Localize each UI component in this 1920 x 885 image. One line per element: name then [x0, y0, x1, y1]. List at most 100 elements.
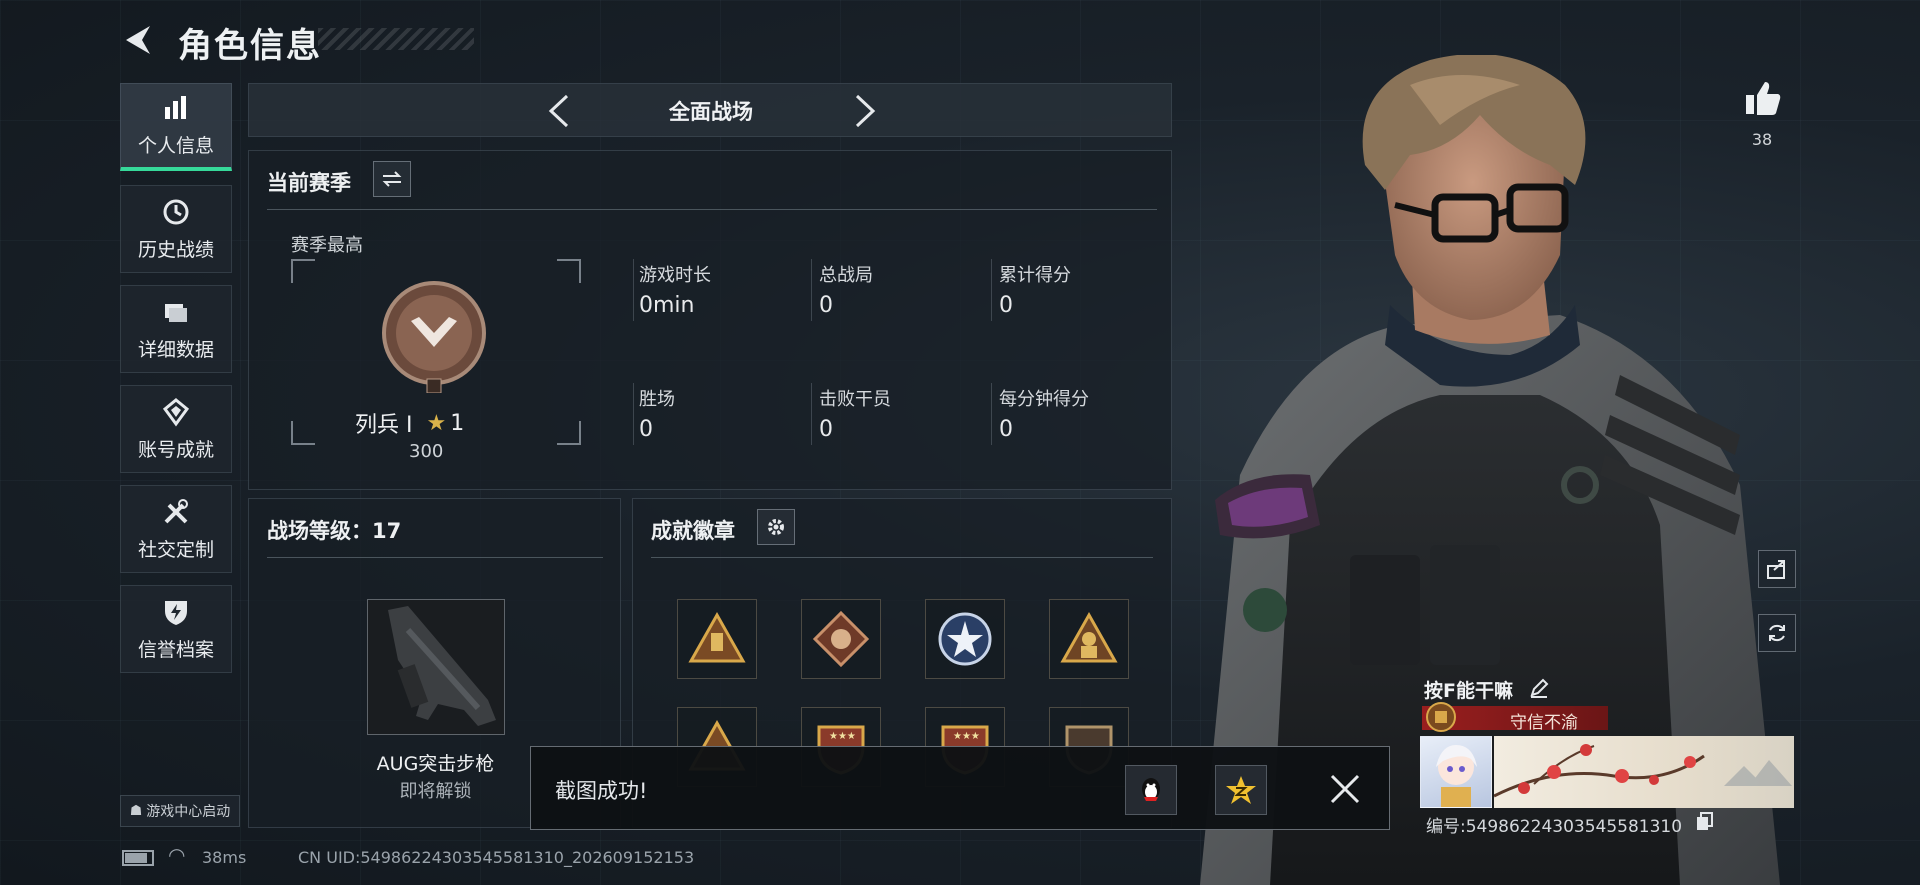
- sidebar-item-label: 信誉档案: [137, 638, 214, 661]
- level-divider: [267, 557, 603, 558]
- rank-line: 列兵 Ⅰ ★ 1: [355, 407, 464, 439]
- gear-icon: [768, 519, 784, 535]
- sidebar-item-label: 账号成就: [137, 438, 214, 461]
- stat-separator: [991, 383, 992, 445]
- stat-separator: [811, 259, 812, 321]
- bar-chart-icon: [165, 96, 186, 119]
- thumbs-up-icon[interactable]: [1743, 78, 1783, 118]
- stat-value: 0: [639, 417, 653, 442]
- battery-icon: [122, 850, 154, 866]
- shield-bolt-icon: [165, 600, 187, 625]
- medal-icon: [162, 397, 190, 427]
- star-circle-badge-icon: [938, 612, 992, 666]
- star-share-icon: [1226, 776, 1256, 804]
- stat-label: 累计得分: [999, 265, 1071, 286]
- rank-stars: 1: [450, 410, 465, 436]
- title-emblem-icon: [1426, 702, 1456, 732]
- achievement-badge[interactable]: [1049, 599, 1129, 679]
- wifi-icon: ◠: [168, 843, 186, 867]
- back-arrow-icon[interactable]: [120, 22, 156, 58]
- player-title: 守信不渝: [1510, 713, 1578, 733]
- achievement-badge[interactable]: [801, 599, 881, 679]
- stat-value: 0: [819, 417, 833, 442]
- stat-label: 总战局: [819, 265, 873, 286]
- rotate-button[interactable]: [1758, 614, 1796, 652]
- close-icon[interactable]: [1327, 771, 1363, 807]
- frame-corner: [291, 421, 315, 445]
- stat-separator: [811, 383, 812, 445]
- share-icon: [1767, 560, 1785, 579]
- page-title: 角色信息: [178, 26, 322, 66]
- svg-text:★★★: ★★★: [953, 731, 980, 742]
- player-avatar[interactable]: [1420, 736, 1492, 808]
- level-header: 战场等级：17: [267, 519, 402, 543]
- penguin-icon: [1142, 778, 1160, 801]
- like-count: 38: [1751, 130, 1773, 149]
- stat-label: 每分钟得分: [999, 389, 1089, 410]
- copy-icon[interactable]: [1696, 812, 1714, 832]
- sidebar-item-social[interactable]: 社交定制: [120, 485, 232, 573]
- plum-blossom-icon: [1494, 744, 1792, 798]
- sidebar-item-label: 社交定制: [137, 538, 214, 561]
- rifle-icon: [388, 606, 496, 726]
- stat-label: 胜场: [639, 389, 675, 410]
- badge-settings-button[interactable]: [757, 509, 795, 545]
- sidebar-item-detailed-data[interactable]: 详细数据: [120, 285, 232, 373]
- stat-value: 0min: [639, 293, 695, 318]
- stat-separator: [633, 383, 634, 445]
- game-center-label: 游戏中心启动: [146, 804, 231, 820]
- sidebar-item-label: 历史战绩: [137, 238, 214, 261]
- stat-separator: [633, 259, 634, 321]
- diamond-badge-icon: [812, 610, 870, 668]
- toast-message: 截图成功!: [555, 779, 648, 803]
- stat-value: 0: [999, 293, 1013, 318]
- folder-icon: [165, 303, 187, 322]
- player-id: 编号:54986224303545581310: [1426, 817, 1683, 837]
- achievements-header: 成就徽章: [651, 519, 735, 543]
- tools-icon: [164, 498, 188, 523]
- weapon-thumbnail[interactable]: [367, 599, 505, 735]
- frame-corner: [557, 259, 581, 283]
- share-button[interactable]: [1758, 550, 1796, 588]
- share-qq-button[interactable]: [1125, 765, 1177, 815]
- sidebar-item-personal-info[interactable]: 个人信息: [120, 83, 232, 171]
- frame-corner: [291, 259, 315, 283]
- stat-value: 0: [999, 417, 1013, 442]
- screenshot-toast: 截图成功!: [530, 746, 1390, 830]
- rank-points: 300: [409, 441, 444, 462]
- stat-label: 击败干员: [819, 389, 891, 410]
- achievements-divider: [651, 557, 1153, 558]
- ping-value: 38ms: [202, 848, 247, 867]
- rank-name: 列兵 Ⅰ: [355, 413, 413, 438]
- sidebar-item-reputation[interactable]: 信誉档案: [120, 585, 232, 673]
- rank-emblem-icon: [382, 281, 486, 393]
- season-best-label: 赛季最高: [291, 235, 363, 256]
- share-qzone-button[interactable]: [1215, 765, 1267, 815]
- mode-selector: 全面战场: [248, 83, 1172, 137]
- penguin-icon: ☗: [129, 803, 143, 819]
- history-clock-icon: [163, 199, 189, 224]
- sidebar-item-achievements[interactable]: 账号成就: [120, 385, 232, 473]
- sidebar-item-label: 详细数据: [137, 338, 214, 361]
- switch-season-button[interactable]: [373, 161, 411, 197]
- game-center-launch-button[interactable]: ☗ 游戏中心启动: [120, 795, 240, 827]
- star-icon: ★: [426, 410, 447, 436]
- achievement-badge[interactable]: [677, 599, 757, 679]
- uid-text: CN UID:5498622430354558131​0_20260915215…: [298, 848, 695, 867]
- name-card-banner: [1494, 736, 1794, 808]
- edit-pencil-icon[interactable]: [1528, 677, 1550, 699]
- player-name: 按F能干嘛: [1424, 680, 1513, 702]
- stat-separator: [991, 259, 992, 321]
- sidebar-item-label: 个人信息: [137, 135, 214, 157]
- sidebar-item-history[interactable]: 历史战绩: [120, 185, 232, 273]
- frame-corner: [557, 421, 581, 445]
- season-divider: [267, 209, 1157, 210]
- mode-title: 全面战场: [669, 100, 753, 124]
- swap-arrows-icon: [382, 171, 402, 187]
- achievement-badge[interactable]: [925, 599, 1005, 679]
- triangle-soldier-badge-icon: [1060, 611, 1118, 663]
- svg-text:★★★: ★★★: [829, 731, 856, 742]
- refresh-icon: [1769, 624, 1785, 642]
- chevron-right-icon[interactable]: [847, 92, 883, 130]
- season-header: 当前赛季: [267, 171, 351, 195]
